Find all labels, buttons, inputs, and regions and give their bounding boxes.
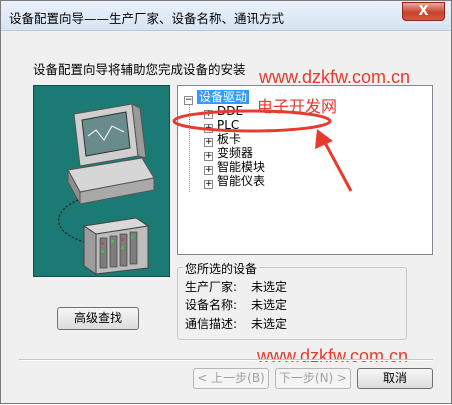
device-name-row: 设备名称: 未选定: [185, 296, 287, 313]
device-name-label: 设备名称:: [185, 298, 238, 312]
comm-description-value: 未选定: [251, 317, 288, 331]
manufacturer-row: 生产厂家: 未选定: [185, 278, 287, 295]
watermark-url-top: www.dzkfw.com.cn: [259, 67, 411, 87]
selected-device-group: 您所选的设备 生产厂家: 未选定 设备名称: 未选定 通信描述: 未选定: [177, 260, 407, 340]
annotation-overlay: [172, 109, 353, 192]
cancel-button[interactable]: 取消: [357, 368, 433, 389]
prev-button[interactable]: < 上一步(B): [193, 368, 269, 389]
device-name-value: 未选定: [251, 298, 288, 312]
device-config-wizard-window: 设备配置向导——生产厂家、设备名称、通讯方式 X 设备配置向导将辅助您完成设备的…: [0, 0, 452, 404]
annotation-arrow-head: [315, 129, 333, 149]
footer-separator: [19, 359, 433, 361]
annotation-arrow-shaft: [321, 138, 353, 192]
watermark-site-name: 电子开发网: [257, 99, 338, 116]
watermark-url-bottom: www.dzkfw.com.cn: [257, 346, 409, 366]
comm-description-row: 通信描述: 未选定: [185, 315, 287, 332]
manufacturer-value: 未选定: [251, 280, 288, 294]
advanced-search-button[interactable]: 高级查找: [57, 307, 139, 330]
comm-description-label: 通信描述:: [185, 317, 238, 331]
manufacturer-label: 生产厂家:: [185, 280, 238, 294]
group-legend: 您所选的设备: [183, 260, 260, 277]
next-button[interactable]: 下一步(N) >: [275, 368, 351, 389]
